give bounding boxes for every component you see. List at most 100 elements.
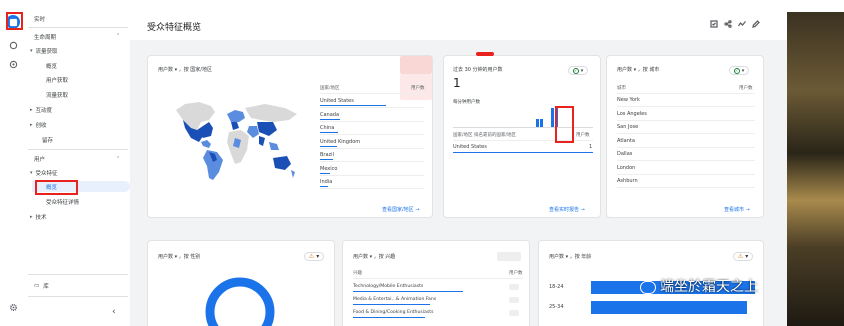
minute-bar bbox=[551, 108, 554, 127]
card-title[interactable]: 用户数 ▾ ，按 性别 bbox=[158, 253, 200, 260]
column-header-country: 国家/地区 排名靠前的国家/地区 bbox=[453, 133, 516, 138]
column-header-users: 用户数 bbox=[739, 86, 753, 91]
age-label: 18-24 bbox=[549, 284, 564, 290]
background-margin bbox=[787, 0, 844, 12]
caret-right-icon: ▸ bbox=[30, 121, 33, 128]
sidebar-item-retention[interactable]: 留存 bbox=[42, 134, 53, 145]
sidebar-item-label: 留存 bbox=[42, 137, 54, 144]
sidebar-item-tech[interactable]: ▸ 技术 bbox=[30, 211, 47, 222]
table-row: India bbox=[320, 179, 333, 185]
caret-down-icon: ▾ bbox=[316, 253, 320, 260]
gear-icon[interactable] bbox=[6, 300, 20, 314]
column-header-interest: 兴趣 bbox=[353, 271, 362, 276]
explore-icon[interactable] bbox=[6, 38, 20, 52]
age-label: 25-34 bbox=[549, 304, 564, 310]
column-header-country: 国家/地区 bbox=[320, 86, 340, 91]
sidebar-item-label: 技术 bbox=[35, 214, 47, 221]
divider bbox=[28, 296, 128, 297]
row-divider bbox=[617, 146, 755, 148]
column-header-city: 城市 bbox=[617, 86, 626, 91]
view-realtime-link[interactable]: 查看实时报告 → bbox=[549, 206, 585, 213]
sidebar-item-lifecycle[interactable]: 生命周期 bbox=[34, 31, 56, 42]
row-bar bbox=[353, 291, 463, 292]
sidebar-item-label: 流量获取 bbox=[35, 48, 58, 55]
row-bar bbox=[320, 132, 338, 133]
world-map bbox=[176, 102, 297, 180]
sidebar-item-user-acquisition[interactable]: 用户获取 bbox=[46, 74, 68, 85]
chevron-up-icon[interactable]: ⌃ bbox=[116, 33, 120, 39]
sidebar-item-label: 用户 bbox=[34, 156, 46, 163]
customize-report-icon[interactable] bbox=[710, 20, 718, 28]
chevron-up-icon[interactable]: ⌃ bbox=[116, 156, 120, 162]
row-bar bbox=[320, 105, 386, 106]
country-card: 用户数 ▾ ，按 国家/地区 国家/地区 用户数 United States Ca… bbox=[147, 55, 433, 218]
sidebar-item-demographics[interactable]: ▾ 受众特征 bbox=[30, 167, 58, 178]
column-header-users: 用户数 bbox=[411, 86, 425, 91]
row-divider bbox=[320, 174, 424, 176]
card-title[interactable]: 用户数 ▾ ，按 城市 bbox=[617, 66, 659, 73]
table-row: Food & Dining/Cooking Enthusiasts bbox=[353, 310, 434, 315]
caret-down-icon: ▾ bbox=[30, 169, 33, 176]
divider bbox=[28, 274, 128, 275]
sidebar-item-label: 受众特征详情 bbox=[46, 199, 80, 206]
sidebar-item-acquisition[interactable]: ▾ 流量获取 bbox=[30, 45, 58, 56]
sidebar-item-realtime[interactable]: 实时 bbox=[34, 13, 45, 24]
sidebar-item-label: 受众特征 bbox=[35, 170, 58, 177]
value-placeholder bbox=[509, 284, 519, 290]
collapse-button[interactable]: ‹ bbox=[112, 306, 116, 317]
card-title[interactable]: 用户数 ▾ ，按 年龄 bbox=[549, 253, 591, 260]
row-bar bbox=[353, 304, 430, 305]
divider bbox=[28, 27, 128, 28]
sidebar-item-acq-overview[interactable]: 概览 bbox=[46, 60, 57, 71]
city-card: 用户数 ▾ ，按 城市 ✓ ▾ 城市 用户数 New York Los Angele… bbox=[606, 55, 764, 218]
insights-icon[interactable] bbox=[737, 20, 746, 28]
row-divider bbox=[617, 119, 755, 121]
column-header-users: 用户数 bbox=[509, 271, 523, 276]
warning-button[interactable]: ⚠ ▾ bbox=[733, 252, 753, 261]
realtime-card: 过去 30 分钟的用户数 ✓ ▾ 1 每分钟用户数 国家/地区 排名靠前的国家/地… bbox=[443, 52, 601, 218]
sidebar-item-monetization[interactable]: ▸ 创收 bbox=[30, 119, 47, 130]
sidebar-item-demo-details[interactable]: 受众特征详情 bbox=[46, 196, 79, 207]
caret-down-icon: ▾ bbox=[580, 67, 584, 74]
table-row: Brazil bbox=[320, 152, 334, 158]
card-title[interactable]: 用户数 ▾ ，按 兴趣 bbox=[353, 253, 395, 260]
table-row: London bbox=[617, 164, 636, 171]
age-bar bbox=[591, 301, 747, 314]
donut-segment bbox=[205, 277, 275, 326]
status-check-button[interactable]: ✓ ▾ bbox=[729, 66, 749, 75]
advertising-icon[interactable] bbox=[6, 57, 20, 71]
view-countries-link[interactable]: 查看国家/地区 → bbox=[382, 206, 419, 213]
row-divider bbox=[617, 173, 755, 175]
background-photo bbox=[787, 12, 844, 326]
row-divider bbox=[320, 161, 424, 162]
watermark-text: 端坐於霜天之上 bbox=[660, 279, 758, 295]
view-cities-link[interactable]: 查看城市 → bbox=[724, 206, 750, 213]
card-title: 过去 30 分钟的用户数 bbox=[453, 67, 503, 73]
row-divider bbox=[320, 147, 424, 149]
sidebar-item-traffic-acquisition[interactable]: 流量获取 bbox=[46, 89, 68, 100]
row-divider bbox=[617, 160, 755, 161]
per-minute-label: 每分钟用户数 bbox=[453, 100, 480, 105]
row-divider bbox=[320, 107, 424, 108]
edit-icon[interactable] bbox=[752, 20, 760, 28]
row-bar bbox=[453, 152, 593, 153]
minute-bar bbox=[540, 119, 543, 127]
interest-card: 用户数 ▾ ，按 兴趣 兴趣 用户数 Technology/Mobile Ent… bbox=[342, 240, 530, 326]
sidebar-item-label: 实时 bbox=[34, 16, 46, 23]
card-title[interactable]: 用户数 ▾ ，按 国家/地区 bbox=[158, 66, 212, 73]
chevron-left-icon: ‹ bbox=[112, 306, 116, 317]
share-icon[interactable] bbox=[724, 20, 732, 28]
warning-button[interactable]: ⚠ ▾ bbox=[304, 252, 324, 261]
row-divider bbox=[320, 188, 424, 189]
row-divider bbox=[617, 187, 755, 188]
table-divider bbox=[617, 93, 755, 94]
warning-icon: ⚠ bbox=[308, 253, 315, 260]
table-row: San Jose bbox=[617, 124, 639, 130]
sidebar-item-engagement[interactable]: ▸ 互动度 bbox=[30, 104, 52, 115]
sidebar-item-library[interactable]: ▭ 库 bbox=[34, 280, 49, 291]
sidebar-item-label: 概览 bbox=[46, 63, 58, 70]
minute-bar bbox=[536, 119, 539, 127]
table-row-value: 1 bbox=[589, 144, 593, 150]
sidebar-item-user[interactable]: 用户 bbox=[34, 153, 45, 164]
status-check-button[interactable]: ✓ ▾ bbox=[568, 66, 588, 75]
